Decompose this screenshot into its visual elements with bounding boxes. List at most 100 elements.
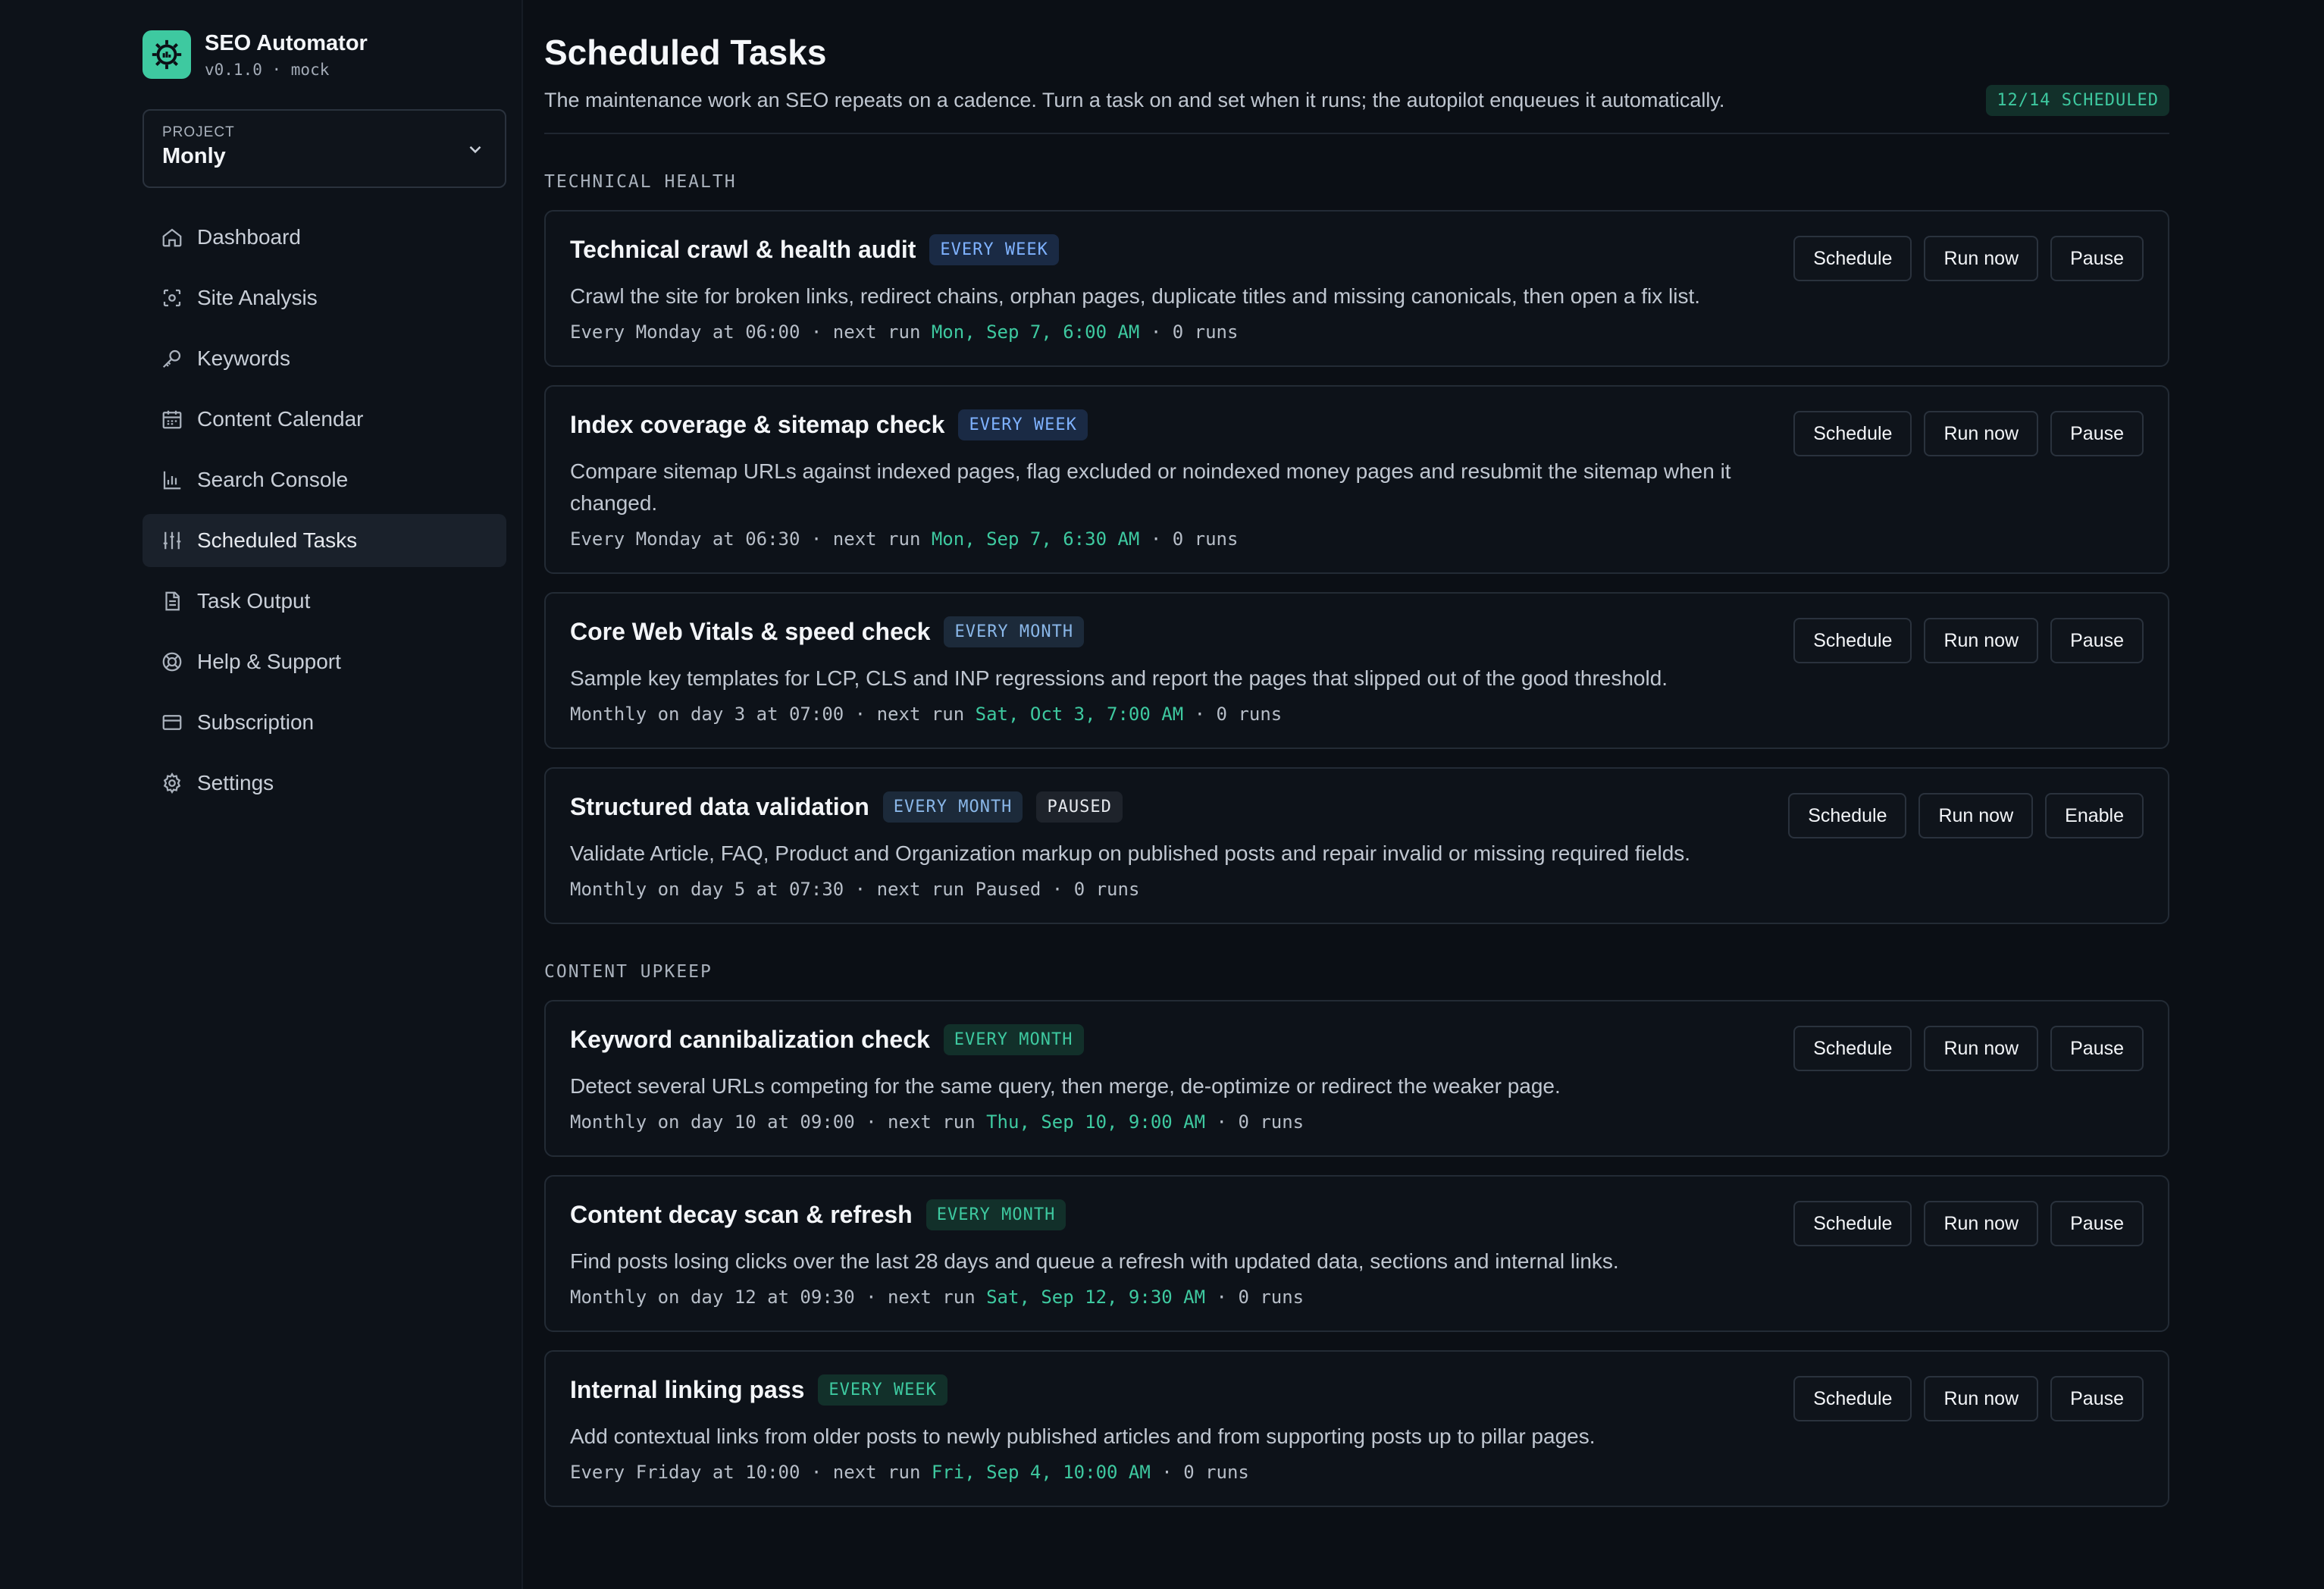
page-subtitle: The maintenance work an SEO repeats on a… — [544, 89, 1725, 111]
schedule-button[interactable]: Schedule — [1793, 411, 1912, 456]
run-now-button[interactable]: Run now — [1924, 1026, 2039, 1071]
key-icon — [162, 349, 181, 368]
task-title: Technical crawl & health audit — [570, 236, 916, 263]
pause-button[interactable]: Pause — [2050, 1201, 2144, 1246]
task-card: Content decay scan & refresh EVERY MONTH… — [544, 1175, 2169, 1332]
scheduled-count-badge: 12/14 SCHEDULED — [1986, 85, 2169, 116]
task-description: Add contextual links from older posts to… — [570, 1424, 1596, 1448]
pause-button[interactable]: Pause — [2050, 618, 2144, 663]
task-description: Crawl the site for broken links, redirec… — [570, 284, 1700, 308]
lifebuoy-icon — [162, 652, 182, 672]
schedule-text: Monthly on day 3 at 07:00 — [570, 704, 844, 725]
bar-chart-icon — [163, 471, 181, 490]
task-card: Internal linking pass EVERY WEEK Add con… — [544, 1350, 2169, 1507]
run-count: 0 runs — [1238, 1287, 1305, 1308]
schedule-text: Monthly on day 12 at 09:30 — [570, 1287, 855, 1308]
task-title: Keyword cannibalization check — [570, 1026, 930, 1053]
run-count: 0 runs — [1238, 1111, 1305, 1133]
project-value: Monly — [162, 144, 226, 168]
task-meta: Monthly on day 12 at 09:30 · next run Sa… — [570, 1287, 1305, 1308]
task-meta: Every Monday at 06:00 · next run Mon, Se… — [570, 321, 1239, 343]
credit-card-icon — [162, 715, 182, 730]
sidebar-item-label: Dashboard — [197, 225, 301, 249]
sidebar-item-scheduled-tasks[interactable]: Scheduled Tasks — [143, 514, 506, 567]
project-selector[interactable]: PROJECT Monly — [143, 109, 506, 188]
sidebar-item-content-calendar[interactable]: Content Calendar — [143, 393, 506, 446]
sidebar-item-settings[interactable]: Settings — [143, 757, 506, 810]
next-run-label: next run — [832, 528, 921, 550]
cadence-badge: EVERY WEEK — [818, 1374, 947, 1406]
task-meta: Monthly on day 3 at 07:00 · next run Sat… — [570, 704, 1283, 725]
brand: SEO Automator v0.1.0 · mock — [143, 29, 505, 80]
task-title: Internal linking pass — [570, 1376, 805, 1403]
sidebar-item-keywords[interactable]: Keywords — [143, 332, 506, 385]
logo-icon — [143, 30, 191, 79]
sidebar-item-label: Subscription — [197, 710, 315, 734]
run-now-button[interactable]: Run now — [1924, 411, 2039, 456]
sidebar-item-task-output[interactable]: Task Output — [143, 575, 506, 628]
cadence-badge: EVERY WEEK — [929, 234, 1059, 265]
sidebar-item-site-analysis[interactable]: Site Analysis — [143, 271, 506, 324]
task-description: Detect several URLs competing for the sa… — [570, 1074, 1561, 1098]
sidebar-item-help-support[interactable]: Help & Support — [143, 635, 506, 688]
schedule-text: Every Friday at 10:00 — [570, 1462, 800, 1483]
task-meta: Monthly on day 5 at 07:30 · next run Pau… — [570, 879, 1140, 900]
task-meta: Every Friday at 10:00 · next run Fri, Se… — [570, 1462, 1249, 1483]
schedule-button[interactable]: Schedule — [1793, 1026, 1912, 1071]
schedule-text: Monthly on day 10 at 09:00 — [570, 1111, 855, 1133]
pause-button[interactable]: Pause — [2050, 236, 2144, 281]
cadence-badge: EVERY WEEK — [958, 409, 1088, 440]
schedule-button[interactable]: Schedule — [1788, 793, 1907, 838]
task-description: Sample key templates for LCP, CLS and IN… — [570, 666, 1668, 690]
sidebar-item-label: Task Output — [197, 589, 311, 613]
sidebar-item-label: Help & Support — [197, 650, 341, 673]
schedule-button[interactable]: Schedule — [1793, 1376, 1912, 1421]
pause-button[interactable]: Pause — [2050, 1026, 2144, 1071]
enable-button[interactable]: Enable — [2045, 793, 2144, 838]
next-run-value: Thu, Sep 10, 9:00 AM — [986, 1111, 1206, 1133]
task-description: Find posts losing clicks over the last 2… — [570, 1249, 1619, 1273]
task-title: Content decay scan & refresh — [570, 1201, 913, 1228]
next-run-label: next run — [876, 879, 965, 900]
schedule-text: Every Monday at 06:30 — [570, 528, 800, 550]
app-version: v0.1.0 · mock — [205, 60, 330, 79]
chevron-down-icon — [469, 146, 481, 154]
run-now-button[interactable]: Run now — [1924, 1201, 2039, 1246]
task-card: Index coverage & sitemap check EVERY WEE… — [544, 385, 2169, 574]
pause-button[interactable]: Pause — [2050, 411, 2144, 456]
scan-icon — [163, 289, 181, 307]
next-run-label: next run — [832, 1462, 921, 1483]
sidebar-item-dashboard[interactable]: Dashboard — [143, 211, 506, 264]
run-now-button[interactable]: Run now — [1924, 618, 2039, 663]
run-now-button[interactable]: Run now — [1918, 793, 2034, 838]
run-now-button[interactable]: Run now — [1924, 236, 2039, 281]
next-run-label: next run — [876, 704, 965, 725]
sidebar-item-label: Keywords — [197, 346, 290, 370]
sidebar-item-label: Scheduled Tasks — [197, 528, 358, 552]
sidebar-item-label: Search Console — [197, 468, 349, 491]
sidebar-item-subscription[interactable]: Subscription — [143, 696, 506, 749]
task-title: Core Web Vitals & speed check — [570, 618, 931, 645]
schedule-button[interactable]: Schedule — [1793, 236, 1912, 281]
pause-button[interactable]: Pause — [2050, 1376, 2144, 1421]
schedule-button[interactable]: Schedule — [1793, 618, 1912, 663]
document-icon — [165, 591, 180, 611]
run-count: 0 runs — [1172, 321, 1239, 343]
sidebar-item-search-console[interactable]: Search Console — [143, 453, 506, 506]
next-run-value: Mon, Sep 7, 6:30 AM — [931, 528, 1140, 550]
task-description: Validate Article, FAQ, Product and Organ… — [570, 842, 1691, 865]
sidebar-item-label: Content Calendar — [197, 407, 364, 431]
schedule-button[interactable]: Schedule — [1793, 1201, 1912, 1246]
sliders-icon — [163, 531, 181, 550]
sidebar-item-label: Site Analysis — [197, 286, 318, 309]
section-label-content-upkeep: CONTENT UPKEEP — [544, 962, 713, 982]
run-now-button[interactable]: Run now — [1924, 1376, 2039, 1421]
next-run-value: Mon, Sep 7, 6:00 AM — [931, 321, 1140, 343]
task-title: Index coverage & sitemap check — [570, 411, 945, 438]
divider — [544, 133, 2169, 134]
next-run-value: Fri, Sep 4, 10:00 AM — [931, 1462, 1151, 1483]
task-meta: Every Monday at 06:30 · next run Mon, Se… — [570, 528, 1239, 550]
cadence-badge: EVERY MONTH — [882, 791, 1023, 823]
run-count: 0 runs — [1172, 528, 1239, 550]
sidebar-item-label: Settings — [197, 771, 274, 794]
